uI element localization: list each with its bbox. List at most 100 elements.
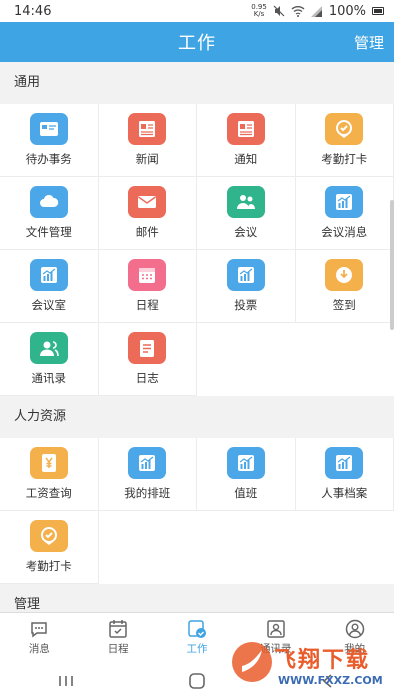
app-tile[interactable]: 新闻 [98,104,197,177]
app-label: 工资查询 [25,486,72,500]
app-tile[interactable]: 签到 [295,250,394,323]
bottom-tab-bar: 消息 日程 工作 通讯录 我的 [0,612,394,662]
signal-icon [310,5,322,17]
app-tile[interactable]: 工资查询 [0,438,99,511]
app-tile[interactable]: 考勤打卡 [295,104,394,177]
contacts-icon [29,332,68,364]
tab-item[interactable]: 工作 [158,613,237,662]
app-label: 会议 [234,225,258,239]
app-tile[interactable]: 考勤打卡 [0,511,99,584]
app-label: 人事档案 [321,486,368,500]
app-tile[interactable]: 日志 [98,323,197,396]
title-bar: 工作 管理 [0,22,394,62]
app-tile[interactable]: 会议消息 [295,177,394,250]
status-indicators: 0.95 K/s 100% [251,4,384,19]
app-label: 待办事务 [25,152,72,166]
chart-icon [325,186,364,218]
app-label: 日程 [135,298,159,312]
system-nav-bar [0,662,394,700]
recent-apps-icon[interactable] [56,673,76,689]
section-title: 通用 [0,62,394,104]
cloud-icon [29,186,68,218]
status-time: 14:46 [14,3,52,19]
app-grid: 工资查询 我的排班 值班 人事档案考勤打卡 [0,438,394,584]
user-icon [344,619,366,639]
app-label: 邮件 [135,225,159,239]
app-tile[interactable]: 邮件 [98,177,197,250]
scroll-indicator [390,200,394,330]
app-label: 我的排班 [124,486,171,500]
tab-item[interactable]: 日程 [79,613,158,662]
yen-icon [29,447,68,479]
app-tile[interactable]: 日程 [98,250,197,323]
newspaper-icon [226,113,265,145]
chart-icon [226,447,265,479]
status-bar: 14:46 0.95 K/s 100% [0,0,394,22]
tab-item[interactable]: 通讯录 [236,613,315,662]
app-tile[interactable]: 文件管理 [0,177,99,250]
app-tile[interactable]: 值班 [197,438,296,511]
app-tile[interactable]: 待办事务 [0,104,99,177]
app-label: 值班 [234,486,258,500]
checkin-icon [325,113,364,145]
app-tile[interactable]: 通知 [197,104,296,177]
empty-tile [197,323,296,396]
signin-icon [325,259,364,291]
app-label: 文件管理 [25,225,72,239]
section-title: 人力资源 [0,396,394,438]
tab-label: 通讯录 [260,643,292,655]
newspaper-icon [128,113,167,145]
chart-icon [325,447,364,479]
app-tile[interactable]: 人事档案 [295,438,394,511]
tab-label: 我的 [344,643,366,655]
app-label: 考勤打卡 [321,152,368,166]
empty-tile [295,511,394,584]
app-tile[interactable]: 会议 [197,177,296,250]
calendar-icon [128,259,167,291]
manage-button[interactable]: 管理 [354,32,384,53]
home-icon[interactable] [187,673,207,689]
chart-icon [226,259,265,291]
work-icon [186,619,208,639]
tab-item[interactable]: 消息 [0,613,79,662]
app-label: 新闻 [135,152,159,166]
mute-icon [273,5,285,17]
mail-icon [128,186,167,218]
app-label: 通讯录 [31,371,67,385]
network-speed: 0.95 K/s [251,3,267,18]
checkin-icon [29,520,68,552]
back-icon[interactable] [318,673,338,689]
wifi-icon [291,6,305,17]
card-icon [29,113,68,145]
tab-label: 工作 [186,643,208,655]
app-label: 签到 [332,298,356,312]
app-label: 日志 [135,371,159,385]
app-label: 会议室 [31,298,67,312]
calendar-icon [107,619,129,639]
battery-icon [372,7,384,15]
log-icon [128,332,167,364]
chart-icon [29,259,68,291]
app-label: 投票 [234,298,258,312]
tab-label: 日程 [107,643,129,655]
section-title: 管理 [0,584,394,612]
tab-item[interactable]: 我的 [315,613,394,662]
chat-icon [28,619,50,639]
people-icon [226,186,265,218]
work-content[interactable]: 通用 待办事务 新闻 通知 考勤打卡 文件管理 邮件 会议 会议消息 会议室 日程 投票 签到 通讯录 日志… [0,62,394,612]
page-title: 工作 [178,33,216,54]
app-tile[interactable]: 我的排班 [98,438,197,511]
app-grid: 待办事务 新闻 通知 考勤打卡文件管理 邮件 会议 会议消息会议室 日程 投票 签到通讯录 日志 [0,104,394,396]
contacts-icon [265,619,287,639]
tab-label: 消息 [28,643,50,655]
app-label: 通知 [234,152,258,166]
app-tile[interactable]: 通讯录 [0,323,99,396]
app-label: 考勤打卡 [25,559,72,573]
empty-tile [197,511,296,584]
chart-icon [128,447,167,479]
app-tile[interactable]: 会议室 [0,250,99,323]
battery-percent: 100% [328,3,366,19]
app-tile[interactable]: 投票 [197,250,296,323]
app-label: 会议消息 [321,225,368,239]
empty-tile [98,511,197,584]
